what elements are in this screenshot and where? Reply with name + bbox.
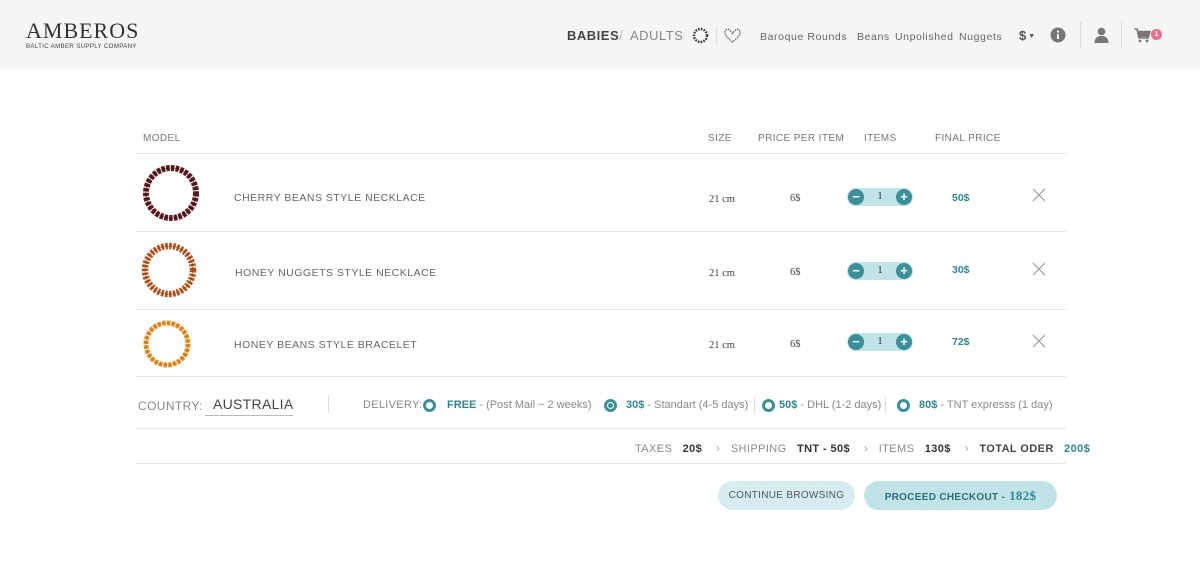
delivery-radio-free[interactable] (423, 399, 436, 412)
delivery-description: - (Post Mail ~ 2 weeks) (476, 399, 592, 411)
brand-tagline: BALTIC AMBER SUPPLY COMPANY (26, 43, 137, 50)
items-label: ITEMS (878, 443, 915, 455)
delivery-price: 50$ (779, 399, 798, 411)
country-select[interactable]: AUSTRALIA (205, 396, 293, 416)
nav-adults[interactable]: ADULTS (630, 28, 683, 43)
column-header-price-per-item: PRICE PER ITEM (758, 133, 845, 144)
delivery-price: FREE (447, 399, 477, 411)
product-name[interactable]: HONEY BEANS STYLE BRACELET (234, 339, 417, 351)
column-header-final-price: FINAL PRICE (935, 133, 1001, 144)
shipping-label: SHIPPING (730, 443, 787, 455)
info-icon[interactable] (1050, 27, 1066, 43)
close-icon[interactable] (1032, 334, 1046, 348)
table-row: HONEY BEANS STYLE BRACELET 21 cm 6$ − 1 … (137, 310, 1066, 376)
currency-symbol: $ (1019, 28, 1027, 43)
close-icon[interactable] (1032, 262, 1046, 276)
total-value: 200$ (1064, 443, 1091, 455)
product-size: 21 cm (709, 194, 735, 205)
chevron-right-icon: › (964, 441, 970, 455)
chevron-right-icon: › (863, 441, 869, 455)
nav-beans[interactable]: Beans (857, 31, 890, 43)
product-price: 6$ (790, 193, 801, 204)
cart-count-badge: 1 (1151, 29, 1162, 40)
currency-selector[interactable]: $ ▼ (1019, 28, 1035, 43)
delivery-option-tnt[interactable]: 80$ - TNT expresss (1 day) (919, 399, 1052, 411)
quantity-stepper: − 1 + (847, 262, 913, 280)
final-price: 30$ (952, 264, 970, 276)
section-divider (328, 395, 329, 413)
site-header: AMBEROS BALTIC AMBER SUPPLY COMPANY BABI… (0, 0, 1200, 69)
product-name[interactable]: CHERRY BEANS STYLE NECKLACE (234, 192, 426, 204)
heart-icon[interactable] (723, 27, 742, 44)
checkout-label: PROCEED CHECKOUT - (884, 492, 1006, 503)
quantity-stepper: − 1 + (847, 333, 913, 351)
brand-name: AMBEROS (26, 18, 140, 43)
chevron-right-icon: › (716, 441, 721, 455)
ring-icon[interactable] (692, 27, 709, 44)
delivery-option-free[interactable]: FREE - (Post Mail ~ 2 weeks) (447, 399, 592, 411)
section-divider (137, 463, 1066, 464)
cart-icon[interactable] (1134, 28, 1151, 43)
table-row: HONEY NUGGETS STYLE NECKLACE 21 cm 6$ − … (137, 232, 1066, 309)
product-image[interactable] (142, 164, 200, 222)
quantity-stepper: − 1 + (847, 188, 913, 206)
product-image[interactable] (140, 241, 198, 299)
continue-browsing-button[interactable]: CONTINUE BROWSING (718, 481, 855, 510)
header-divider (1121, 22, 1122, 48)
user-icon[interactable] (1094, 27, 1109, 43)
total-label: TOTAL ODER (979, 443, 1054, 455)
delivery-description: - TNT expresss (1 day) (937, 399, 1053, 411)
delivery-description: - DHL (1-2 days) (797, 399, 882, 411)
items-value: 130$ (924, 443, 951, 455)
checkout-amount: 182$ (1009, 488, 1037, 503)
nav-baroque-rounds[interactable]: Baroque Rounds (760, 31, 847, 43)
country-label: COUNTRY: (138, 399, 203, 413)
final-price: 50$ (952, 192, 970, 204)
header-divider (1080, 22, 1081, 48)
increase-quantity-button[interactable]: + (896, 263, 912, 279)
product-image[interactable] (141, 318, 193, 370)
nav-nuggets[interactable]: Nuggets (959, 31, 1002, 43)
brand-logo[interactable]: AMBEROS BALTIC AMBER SUPPLY COMPANY (26, 18, 140, 51)
table-divider (137, 376, 1066, 377)
product-price: 6$ (790, 267, 801, 278)
product-size: 21 cm (709, 340, 735, 351)
delivery-price: 80$ (919, 399, 938, 411)
delivery-radio-standart[interactable] (604, 399, 617, 412)
shipping-value: TNT - 50$ (796, 443, 851, 455)
chevron-down-icon: ▼ (1028, 33, 1036, 41)
column-header-size: SIZE (708, 133, 732, 144)
nav-separator: / (619, 27, 624, 43)
option-divider (754, 397, 755, 413)
section-divider (137, 428, 1066, 429)
taxes-value: 20$ (682, 443, 703, 455)
column-header-model: MODEL (143, 133, 181, 144)
delivery-price: 30$ (626, 399, 645, 411)
delivery-radio-tnt[interactable] (897, 399, 910, 412)
column-header-items: ITEMS (864, 133, 897, 144)
increase-quantity-button[interactable]: + (896, 189, 912, 205)
product-price: 6$ (790, 339, 801, 350)
nav-babies[interactable]: BABIES (567, 28, 619, 43)
delivery-description: - Standart (4-5 days) (644, 399, 749, 411)
final-price: 72$ (952, 336, 970, 348)
table-row: CHERRY BEANS STYLE NECKLACE 21 cm 6$ − 1… (137, 154, 1066, 231)
increase-quantity-button[interactable]: + (896, 334, 912, 350)
nav-unpolished[interactable]: Unpolished (895, 31, 954, 43)
product-name[interactable]: HONEY NUGGETS STYLE NECKLACE (235, 267, 437, 279)
header-divider (716, 27, 717, 45)
proceed-checkout-button[interactable]: PROCEED CHECKOUT -182$ (864, 481, 1057, 510)
order-summary: TAXES 20$ › SHIPPING TNT - 50$ › ITEMS 1… (635, 441, 1090, 455)
delivery-option-standart[interactable]: 30$ - Standart (4-5 days) (626, 399, 748, 411)
option-divider (885, 397, 886, 413)
delivery-radio-dhl[interactable] (762, 399, 775, 412)
product-size: 21 cm (709, 268, 735, 279)
delivery-option-dhl[interactable]: 50$ - DHL (1-2 days) (779, 399, 881, 411)
taxes-label: TAXES (635, 443, 673, 455)
delivery-label: DELIVERY: (363, 399, 423, 411)
close-icon[interactable] (1032, 188, 1046, 202)
